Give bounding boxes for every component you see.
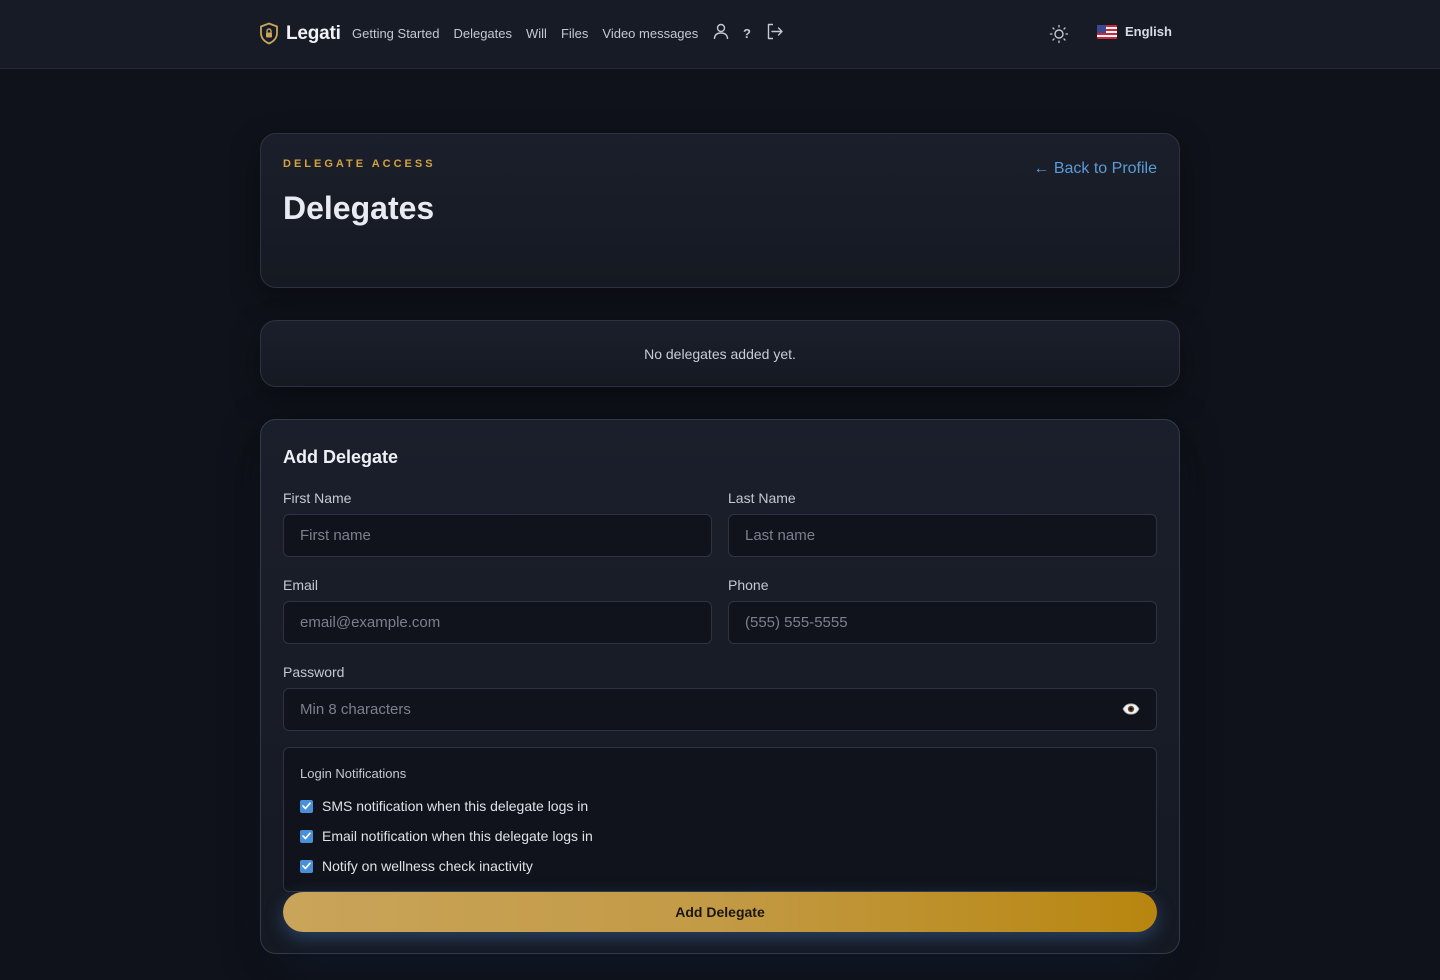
brand-name: Legati <box>286 22 341 44</box>
login-notifications-group: Login Notifications SMS notification whe… <box>283 747 1157 892</box>
language-selector[interactable]: English <box>1097 24 1172 39</box>
add-delegate-button[interactable]: Add Delegate <box>283 892 1157 932</box>
last-name-label: Last Name <box>728 490 796 506</box>
delegates-list-card: No delegates added yet. <box>260 320 1180 387</box>
last-name-input[interactable] <box>728 514 1157 557</box>
page-header-card: DELEGATE ACCESS Delegates ← Back to Prof… <box>260 133 1180 288</box>
user-icon[interactable] <box>713 23 729 40</box>
form-title: Add Delegate <box>283 447 399 467</box>
notifications-title: Login Notifications <box>300 766 407 781</box>
top-navbar: Legati Getting Started Delegates Will Fi… <box>0 0 1440 69</box>
wellness-notification-checkbox[interactable] <box>300 859 313 873</box>
wellness-notification-label: Notify on wellness check inactivity <box>322 858 533 874</box>
empty-state-message: No delegates added yet. <box>644 346 796 362</box>
nav-link-files[interactable]: Files <box>561 26 588 41</box>
brand-logo[interactable]: Legati <box>259 22 341 45</box>
sms-notification-option[interactable]: SMS notification when this delegate logs… <box>300 798 588 814</box>
nav-links: Getting Started Delegates Will Files Vid… <box>352 26 712 41</box>
nav-link-video-messages[interactable]: Video messages <box>602 26 698 41</box>
sms-notification-checkbox[interactable] <box>300 799 313 813</box>
shield-lock-icon <box>259 22 279 45</box>
email-label: Email <box>283 577 319 593</box>
sms-notification-label: SMS notification when this delegate logs… <box>322 798 589 814</box>
password-input[interactable] <box>283 688 1157 731</box>
password-label: Password <box>283 664 345 680</box>
nav-link-will[interactable]: Will <box>526 26 547 41</box>
nav-link-delegates[interactable]: Delegates <box>453 26 512 41</box>
phone-label: Phone <box>728 577 769 593</box>
phone-input[interactable] <box>728 601 1157 644</box>
add-delegate-form: Add Delegate First Name Last Name Email … <box>260 419 1180 954</box>
page-eyebrow: DELEGATE ACCESS <box>283 158 436 170</box>
first-name-input[interactable] <box>283 514 712 557</box>
page-title: Delegates <box>283 190 435 226</box>
language-label: English <box>1125 24 1172 39</box>
eye-icon[interactable] <box>1121 699 1141 719</box>
email-notification-option[interactable]: Email notification when this delegate lo… <box>300 828 593 844</box>
us-flag-icon <box>1097 24 1117 39</box>
email-notification-label: Email notification when this delegate lo… <box>322 828 593 844</box>
logout-icon[interactable] <box>766 23 784 40</box>
wellness-notification-option[interactable]: Notify on wellness check inactivity <box>300 858 533 874</box>
back-to-profile-link[interactable]: ← Back to Profile <box>1033 160 1157 178</box>
nav-link-getting-started[interactable]: Getting Started <box>352 26 439 41</box>
email-notification-checkbox[interactable] <box>300 829 313 843</box>
first-name-label: First Name <box>283 490 352 506</box>
email-input[interactable] <box>283 601 712 644</box>
help-button[interactable]: ? <box>743 26 751 41</box>
sun-icon[interactable] <box>1049 24 1069 49</box>
